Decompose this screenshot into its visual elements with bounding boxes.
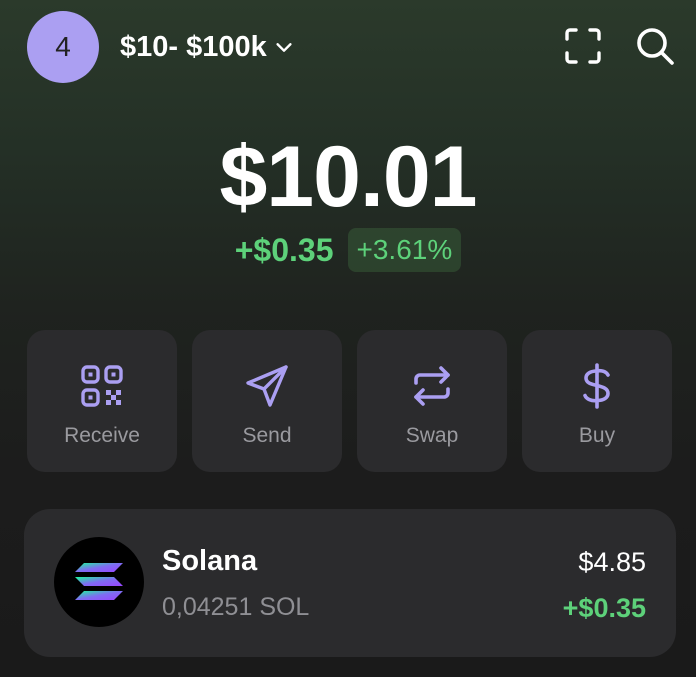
swap-icon [414, 366, 450, 406]
account-selector[interactable]: $10- $100k [120, 27, 295, 67]
token-amount: 0,04251 SOL [162, 593, 310, 621]
swap-label: Swap [405, 424, 459, 447]
token-name: Solana [162, 545, 258, 577]
qr-code-icon [81, 365, 123, 407]
buy-label: Buy [578, 424, 616, 447]
solana-logo-icon [54, 537, 144, 627]
token-row-solana[interactable]: Solana 0,04251 SOL $4.85 +$0.35 [24, 509, 676, 657]
portfolio-change-percent-badge: +3.61% [347, 228, 462, 272]
send-icon [246, 365, 288, 407]
portfolio-change-amount: +$0.35 [234, 231, 334, 268]
portfolio-balance: $10.01 [219, 129, 477, 225]
send-label: Send [242, 424, 292, 447]
token-value: $4.85 [578, 547, 646, 577]
receive-button[interactable]: Receive [27, 330, 177, 472]
scan-icon[interactable] [561, 24, 605, 68]
send-button[interactable]: Send [192, 330, 342, 472]
portfolio-change-row: +$0.35 +3.61% [0, 228, 696, 272]
account-avatar[interactable]: 4 [27, 11, 99, 83]
dollar-icon [583, 363, 610, 409]
buy-button[interactable]: Buy [522, 330, 672, 472]
token-change: +$0.35 [562, 593, 646, 623]
receive-label: Receive [64, 424, 140, 447]
account-label: $10- $100k [120, 30, 267, 63]
action-buttons: Receive Send Swap Buy [27, 330, 672, 472]
chevron-down-icon [276, 43, 292, 52]
swap-button[interactable]: Swap [357, 330, 507, 472]
header: 4 $10- $100k [0, 0, 696, 96]
search-icon[interactable] [633, 24, 677, 68]
